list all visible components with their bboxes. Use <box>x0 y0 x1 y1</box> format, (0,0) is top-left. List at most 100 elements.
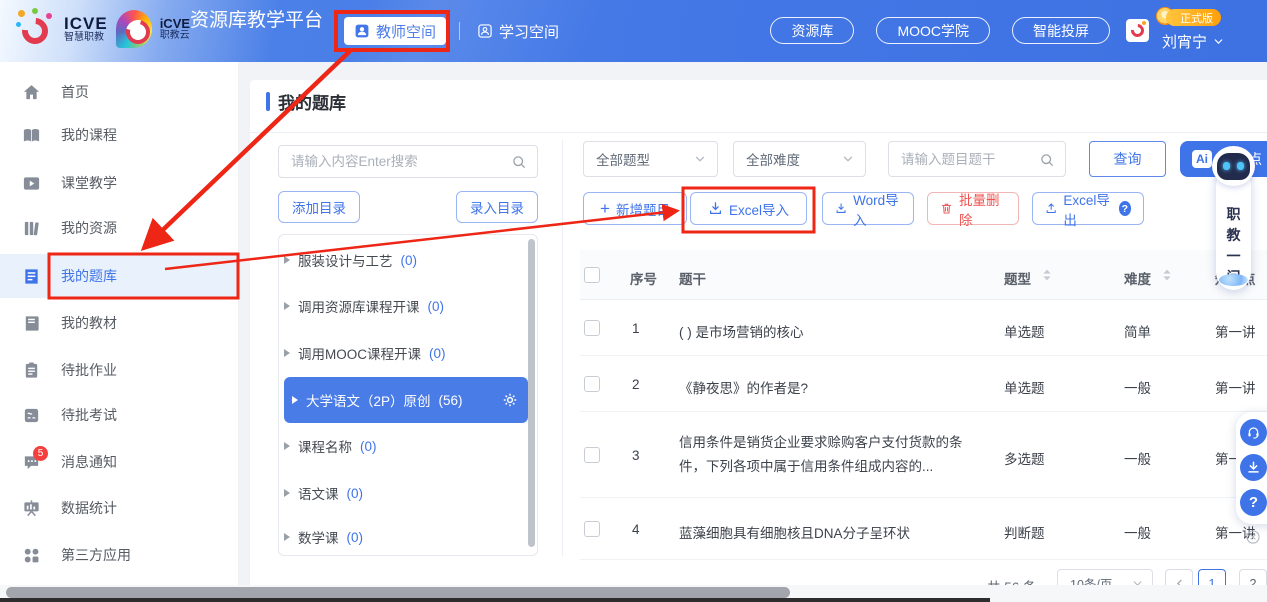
chevron-down-icon <box>693 152 707 166</box>
sidebar-item-home[interactable]: 首页 <box>0 71 238 113</box>
app-launcher-icon[interactable] <box>1126 19 1149 42</box>
add-question-button[interactable]: 新增题目 <box>583 192 687 225</box>
tree-node-course-name[interactable]: 课程名称 (0) <box>284 431 522 461</box>
sidebar-label: 待批作业 <box>61 360 117 380</box>
cell-index: 2 <box>632 377 640 392</box>
tree-node-mooc-course[interactable]: 调用MOOC课程开课 (0) <box>284 338 522 368</box>
plus-icon <box>600 200 610 217</box>
entry-catalog-button[interactable]: 录入目录 <box>456 191 538 223</box>
cell-stem: 《静夜思》的作者是? <box>679 377 808 397</box>
sidebar-item-my-question-bank[interactable]: 我的题库 <box>0 254 238 298</box>
row-checkbox[interactable] <box>584 521 600 537</box>
ai-badge: Ai <box>1192 150 1212 168</box>
download-icon <box>835 201 847 216</box>
tree-count: (0) <box>401 253 418 268</box>
gear-icon[interactable] <box>502 392 518 408</box>
icve-zhijiaoyun-logo-icon <box>116 10 152 48</box>
stem-search <box>888 141 1066 177</box>
chevron-down-icon <box>1212 35 1225 48</box>
add-question-label: 新增题目 <box>616 199 670 219</box>
textbook-icon <box>22 314 41 333</box>
row-checkbox[interactable] <box>584 447 600 463</box>
question-type-select[interactable]: 全部题型 <box>583 141 718 177</box>
app-root: ICVE 智慧职教 iCVE 职教云 资源库教学平台 教师空间 学习空间 资源库… <box>0 0 1267 602</box>
table-row[interactable]: 3 信用条件是销货企业要求赊购客户支付货款的条件，下列各项中属于信用条件组成内容… <box>580 412 1267 498</box>
pill-smart-casting[interactable]: 智能投屏 <box>1012 17 1110 44</box>
table-row[interactable]: 4 蓝藻细胞具有细胞核且DNA分子呈环状 判断题 一般 第一讲 <box>580 498 1267 560</box>
col-type[interactable]: 题型 <box>1004 268 1031 288</box>
help-icon[interactable]: ? <box>1119 201 1131 216</box>
sidebar-label: 第三方应用 <box>61 545 131 565</box>
close-icon[interactable] <box>1245 529 1261 545</box>
nav-student-space[interactable]: 学习空间 <box>477 17 559 45</box>
table-row[interactable]: 2 《静夜思》的作者是? 单选题 一般 第一讲 <box>580 356 1267 412</box>
caret-right-icon <box>292 396 298 404</box>
tree-count: (0) <box>429 346 446 361</box>
sidebar-label: 我的教材 <box>61 313 117 333</box>
cell-stem: 蓝藻细胞具有细胞核且DNA分子呈环状 <box>679 522 910 542</box>
stem-search-input[interactable] <box>901 143 1031 175</box>
assistant-robot-icon[interactable] <box>1212 146 1255 186</box>
excel-export-button[interactable]: Excel导出 ? <box>1032 192 1144 225</box>
cell-difficulty: 一般 <box>1124 522 1151 542</box>
word-import-button[interactable]: Word导入 <box>822 192 914 225</box>
sidebar-item-third-party-apps[interactable]: 第三方应用 <box>0 534 238 576</box>
batch-delete-button[interactable]: 批量删除 <box>927 192 1019 225</box>
sidebar-item-notifications[interactable]: 5 消息通知 <box>0 441 238 483</box>
wave-decoration <box>1219 274 1248 286</box>
pill-resource-library[interactable]: 资源库 <box>770 17 854 44</box>
customer-service-button[interactable] <box>1240 419 1267 446</box>
resources-icon <box>22 219 41 238</box>
table-row[interactable]: 1 ( ) 是市场营销的核心 单选题 简单 第一讲 <box>580 300 1267 356</box>
select-all-checkbox[interactable] <box>584 267 600 283</box>
add-catalog-button[interactable]: 添加目录 <box>278 191 360 223</box>
col-difficulty[interactable]: 难度 <box>1124 268 1151 288</box>
notification-count-badge: 5 <box>33 446 48 461</box>
tree-scrollbar[interactable] <box>528 239 535 547</box>
nav-teacher-space[interactable]: 教师空间 <box>344 17 446 45</box>
row-checkbox[interactable] <box>584 376 600 392</box>
catalog-search-input[interactable] <box>291 147 501 176</box>
tree-node-resource-course[interactable]: 调用资源库课程开课 (0) <box>284 291 522 321</box>
sidebar: 首页 我的课程 课堂教学 我的资源 我的题库 我的教材 待批作业 待批考试 5 … <box>0 62 238 586</box>
pill-mooc-academy[interactable]: MOOC学院 <box>876 17 990 44</box>
tree-count: (0) <box>347 530 364 545</box>
sort-icon[interactable] <box>1042 267 1052 283</box>
title-accent-bar <box>266 92 270 111</box>
sort-icon[interactable] <box>1162 267 1172 283</box>
search-icon[interactable] <box>1039 152 1055 168</box>
tree-node-college-chinese-selected[interactable]: 大学语文（2P）原创 (56) <box>284 377 528 423</box>
table-header: 序号 题干 题型 难度 知识点 <box>580 250 1267 300</box>
chevron-down-icon <box>841 152 855 166</box>
user-menu[interactable]: 刘宵宁 <box>1162 31 1225 52</box>
assistant-widget[interactable]: 职 教 一 问 <box>1216 168 1251 290</box>
tree-count: (0) <box>428 299 445 314</box>
sidebar-item-pending-exams[interactable]: 待批考试 <box>0 394 238 436</box>
sidebar-label: 课堂教学 <box>61 173 117 193</box>
horizontal-scrollbar-thumb[interactable] <box>6 587 790 598</box>
tree-node-math-class[interactable]: 数学课 (0) <box>284 522 522 552</box>
download-center-button[interactable] <box>1240 454 1267 481</box>
sidebar-item-my-textbooks[interactable]: 我的教材 <box>0 302 238 344</box>
version-badge: 正式版 <box>1166 9 1221 26</box>
excel-import-button[interactable]: Excel导入 <box>690 192 807 225</box>
window-bottom-edge <box>0 598 990 602</box>
tree-node-chinese-class[interactable]: 语文课 (0) <box>284 478 522 508</box>
query-button[interactable]: 查询 <box>1089 141 1166 177</box>
brand-area: ICVE 智慧职教 iCVE 职教云 <box>16 8 190 50</box>
sidebar-item-my-courses[interactable]: 我的课程 <box>0 114 238 156</box>
difficulty-select[interactable]: 全部难度 <box>733 141 866 177</box>
sidebar-label: 待批考试 <box>61 405 117 425</box>
sidebar-item-classroom-teaching[interactable]: 课堂教学 <box>0 162 238 204</box>
sidebar-label: 数据统计 <box>61 498 117 518</box>
cell-type: 单选题 <box>1004 321 1045 341</box>
sidebar-item-pending-homework[interactable]: 待批作业 <box>0 349 238 391</box>
search-icon[interactable] <box>511 154 527 170</box>
row-checkbox[interactable] <box>584 320 600 336</box>
top-header: ICVE 智慧职教 iCVE 职教云 资源库教学平台 教师空间 学习空间 资源库… <box>0 0 1267 62</box>
help-button[interactable]: ? <box>1240 489 1267 516</box>
sidebar-item-data-statistics[interactable]: 数据统计 <box>0 487 238 529</box>
excel-export-label: Excel导出 <box>1063 189 1112 229</box>
tree-node-fashion-design[interactable]: 服装设计与工艺 (0) <box>284 245 522 275</box>
sidebar-item-my-resources[interactable]: 我的资源 <box>0 207 238 249</box>
